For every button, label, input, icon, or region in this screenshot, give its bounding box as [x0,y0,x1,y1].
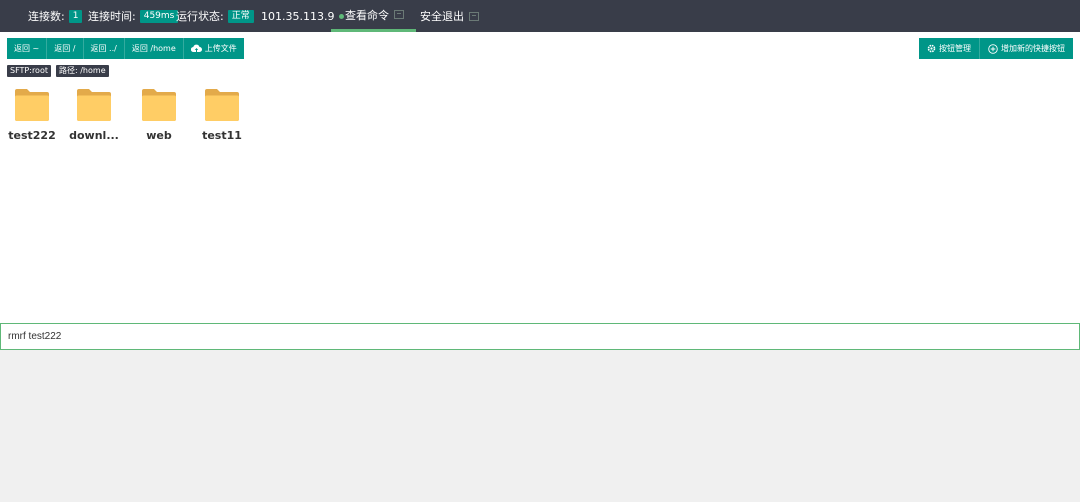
back-root-button[interactable]: 返回 / [47,38,84,59]
folder-name: downl... [69,129,119,142]
file-browser: 返回 ~ 返回 / 返回 ../ 返回 /home 上传文件 按钮管理 增加新的… [0,32,1080,323]
folder-item[interactable]: web [129,87,189,142]
folder-item[interactable]: test11 [192,87,252,142]
folder-icon [205,89,239,121]
folder-icon [77,89,111,121]
folder-name: test222 [8,129,56,142]
back-parent-button[interactable]: 返回 ../ [83,38,125,59]
path-badge: 路径: /home [56,65,109,77]
window-icon [394,10,404,19]
plus-circle-icon [988,43,998,54]
folder-name: test11 [202,129,242,142]
tab-safe-logout[interactable]: 安全退出 [420,0,479,32]
run-status-indicator: 运行状态: 正常 [176,0,254,32]
back-home-button[interactable]: 返回 ~ [7,38,48,59]
command-input[interactable] [0,323,1080,350]
connection-time-label: 连接时间: [88,10,136,23]
tab-safe-logout-label: 安全退出 [420,10,464,23]
cloud-upload-icon [190,44,202,53]
connections-indicator: 连接数: 1 [28,0,83,32]
exit-icon [469,11,479,21]
folder-icon [142,89,176,121]
top-bar: 连接数: 1 连接时间: 459ms 运行状态: 正常 101.35.113.9… [0,0,1080,32]
connection-time-indicator: 连接时间: 459ms [88,0,179,32]
connections-label: 连接数: [28,10,65,23]
folder-name: web [146,129,172,142]
add-shortcut-button[interactable]: 增加新的快捷按钮 [980,38,1073,59]
server-ip-text: 101.35.113.9 [261,9,335,23]
manage-buttons-button[interactable]: 按钮管理 [919,38,980,59]
nav-button-group: 返回 ~ 返回 / 返回 ../ 返回 /home 上传文件 [7,38,244,59]
gear-icon [927,44,936,53]
shortcut-button-group: 按钮管理 增加新的快捷按钮 [919,38,1073,59]
folder-item[interactable]: test222 [2,87,62,142]
tab-view-commands-label: 查看命令 [345,8,389,22]
add-shortcut-label: 增加新的快捷按钮 [1001,44,1065,53]
connection-time-badge: 459ms [139,9,179,23]
tab-view-commands[interactable]: 查看命令 [331,0,416,32]
upload-file-label: 上传文件 [204,44,237,53]
sftp-user-badge: SFTP:root [7,65,51,77]
run-status-label: 运行状态: [176,10,224,23]
folder-icon [15,89,49,121]
manage-buttons-label: 按钮管理 [939,44,971,53]
back-home-dir-button[interactable]: 返回 /home [124,38,184,59]
folder-item[interactable]: downl... [64,87,124,142]
run-status-badge: 正常 [227,9,254,23]
connections-badge: 1 [68,9,83,23]
upload-file-button[interactable]: 上传文件 [183,38,244,59]
